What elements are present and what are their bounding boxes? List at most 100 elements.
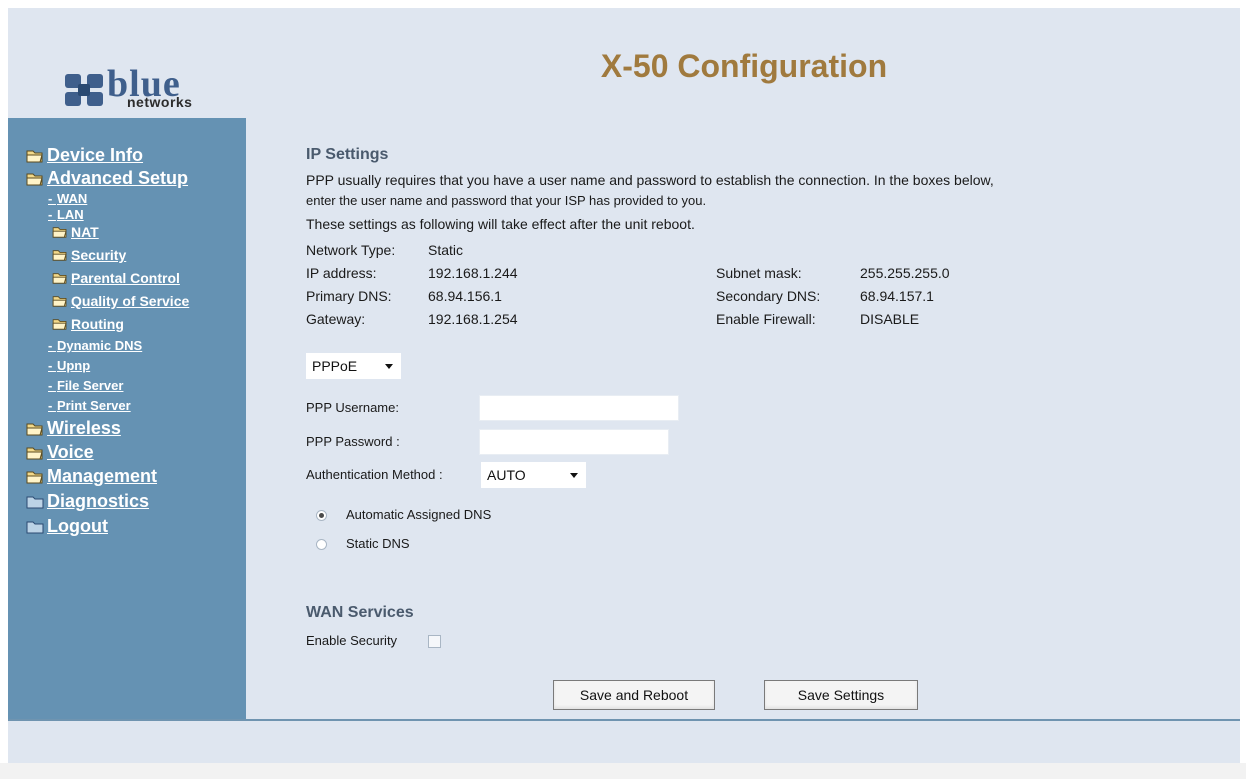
sidebar-item-label: Logout <box>47 516 108 536</box>
enable-security-label: Enable Security <box>306 633 398 648</box>
sidebar-item-dynamic-dns[interactable]: - Dynamic DNS <box>48 338 142 353</box>
folder-open-icon <box>52 273 67 284</box>
sidebar-item-label: Quality of Service <box>71 293 190 309</box>
dns-static-radio[interactable] <box>316 539 327 550</box>
network-type-label: Network Type: <box>306 242 396 258</box>
sidebar-item-quality-of-service[interactable]: Quality of Service <box>52 293 189 309</box>
ppp-username-input[interactable] <box>479 395 679 421</box>
main-content: IP Settings PPP usually requires that yo… <box>248 118 1240 719</box>
chevron-down-icon <box>570 473 578 478</box>
chevron-down-icon <box>385 364 393 369</box>
sidebar-item-device-info[interactable]: Device Info <box>26 145 143 166</box>
dns-auto-label: Automatic Assigned DNS <box>346 507 492 522</box>
wan-services-title: WAN Services <box>306 604 414 621</box>
firewall-value: DISABLE <box>860 311 920 327</box>
sidebar-item-diagnostics[interactable]: Diagnostics <box>26 491 149 512</box>
gateway-value: 192.168.1.254 <box>428 311 518 327</box>
secondary-dns-value: 68.94.157.1 <box>860 288 934 304</box>
folder-open-icon <box>52 227 67 238</box>
sidebar-nav: Device Info Advanced Setup - WAN - LAN N… <box>8 118 246 719</box>
folder-open-icon <box>52 250 67 261</box>
page-title: X-50 Configuration <box>600 48 888 84</box>
sidebar-item-lan[interactable]: - LAN <box>48 207 84 222</box>
footer <box>8 721 1240 763</box>
primary-dns-value: 68.94.156.1 <box>428 288 502 304</box>
firewall-label: Enable Firewall: <box>716 311 816 327</box>
sidebar-item-upnp[interactable]: - Upnp <box>48 358 90 373</box>
sidebar-item-security[interactable]: Security <box>52 247 126 263</box>
sidebar-item-label: Device Info <box>47 145 144 165</box>
folder-open-icon <box>26 471 43 483</box>
ip-settings-description-line1: PPP usually requires that you have a use… <box>306 172 994 188</box>
sidebar-item-label: Management <box>47 466 158 486</box>
save-settings-button[interactable]: Save Settings <box>764 680 918 710</box>
ppp-username-label: PPP Username: <box>306 400 399 415</box>
sidebar-item-routing[interactable]: Routing <box>52 316 124 332</box>
reboot-note: These settings as following will take ef… <box>306 216 695 232</box>
sidebar-item-voice[interactable]: Voice <box>26 442 94 463</box>
auth-method-select[interactable]: AUTO <box>481 462 586 488</box>
gateway-label: Gateway: <box>306 311 366 327</box>
sidebar-item-label: File Server <box>56 378 124 393</box>
sidebar-item-nat[interactable]: NAT <box>52 224 99 240</box>
sidebar-item-label: NAT <box>71 224 99 240</box>
ip-address-value: 192.168.1.244 <box>428 265 518 281</box>
sidebar-item-management[interactable]: Management <box>26 466 157 487</box>
sidebar-item-label: Print Server <box>56 398 131 413</box>
router-config-page: blue networks X-50 Configuration Device … <box>8 8 1240 763</box>
auth-method-value: AUTO <box>487 467 526 483</box>
enable-security-checkbox[interactable] <box>428 635 441 648</box>
dash-marker: - <box>48 358 56 373</box>
sidebar-item-label: Voice <box>47 442 94 462</box>
sidebar-item-file-server[interactable]: - File Server <box>48 378 123 393</box>
dash-marker: - <box>48 398 56 413</box>
dash-marker: - <box>48 207 56 222</box>
folder-closed-icon <box>26 496 44 508</box>
sidebar-item-label: LAN <box>56 207 84 222</box>
folder-open-icon <box>26 447 43 459</box>
sidebar-item-label: Wireless <box>47 418 121 438</box>
header: blue networks X-50 Configuration <box>8 8 1240 116</box>
ip-settings-title: IP Settings <box>306 146 389 163</box>
dash-marker: - <box>48 338 56 353</box>
sidebar-item-logout[interactable]: Logout <box>26 516 108 537</box>
sidebar-item-label: Diagnostics <box>47 491 150 511</box>
save-and-reboot-button[interactable]: Save and Reboot <box>553 680 715 710</box>
dash-marker: - <box>48 191 56 206</box>
folder-open-icon <box>52 319 67 330</box>
connection-type-value: PPPoE <box>312 358 358 374</box>
sidebar-item-label: Upnp <box>56 358 91 373</box>
connection-type-select[interactable]: PPPoE <box>306 353 401 379</box>
primary-dns-label: Primary DNS: <box>306 288 392 304</box>
logo-subtext: networks <box>127 94 193 110</box>
ip-settings-description-line2: enter the user name and password that yo… <box>306 193 707 208</box>
sidebar-item-label: Dynamic DNS <box>56 338 143 353</box>
sidebar-item-advanced-setup[interactable]: Advanced Setup <box>26 168 188 189</box>
ppp-password-input[interactable] <box>479 429 669 455</box>
sidebar-item-label: Security <box>71 247 127 263</box>
dns-static-label: Static DNS <box>346 536 410 551</box>
subnet-mask-label: Subnet mask: <box>716 265 802 281</box>
secondary-dns-label: Secondary DNS: <box>716 288 821 304</box>
folder-open-icon <box>26 150 43 162</box>
sidebar-item-label: WAN <box>56 191 88 206</box>
ip-address-label: IP address: <box>306 265 377 281</box>
folder-open-icon <box>26 173 43 185</box>
folder-closed-icon <box>26 521 44 533</box>
folder-open-icon <box>52 296 67 307</box>
dash-marker: - <box>48 378 56 393</box>
sidebar-item-parental-control[interactable]: Parental Control <box>52 270 180 286</box>
network-type-value: Static <box>428 242 464 258</box>
ppp-password-label: PPP Password : <box>306 434 400 449</box>
sidebar-item-label: Parental Control <box>71 270 180 286</box>
sidebar-item-wan[interactable]: - WAN <box>48 191 87 206</box>
folder-open-icon <box>26 423 43 435</box>
auth-method-label: Authentication Method : <box>306 467 443 482</box>
sidebar-item-label: Routing <box>71 316 124 332</box>
subnet-mask-value: 255.255.255.0 <box>860 265 950 281</box>
sidebar-item-wireless[interactable]: Wireless <box>26 418 121 439</box>
page-bottom-strip <box>0 763 1246 779</box>
sidebar-item-label: Advanced Setup <box>47 168 189 188</box>
sidebar-item-print-server[interactable]: - Print Server <box>48 398 131 413</box>
dns-auto-radio[interactable] <box>316 510 327 521</box>
